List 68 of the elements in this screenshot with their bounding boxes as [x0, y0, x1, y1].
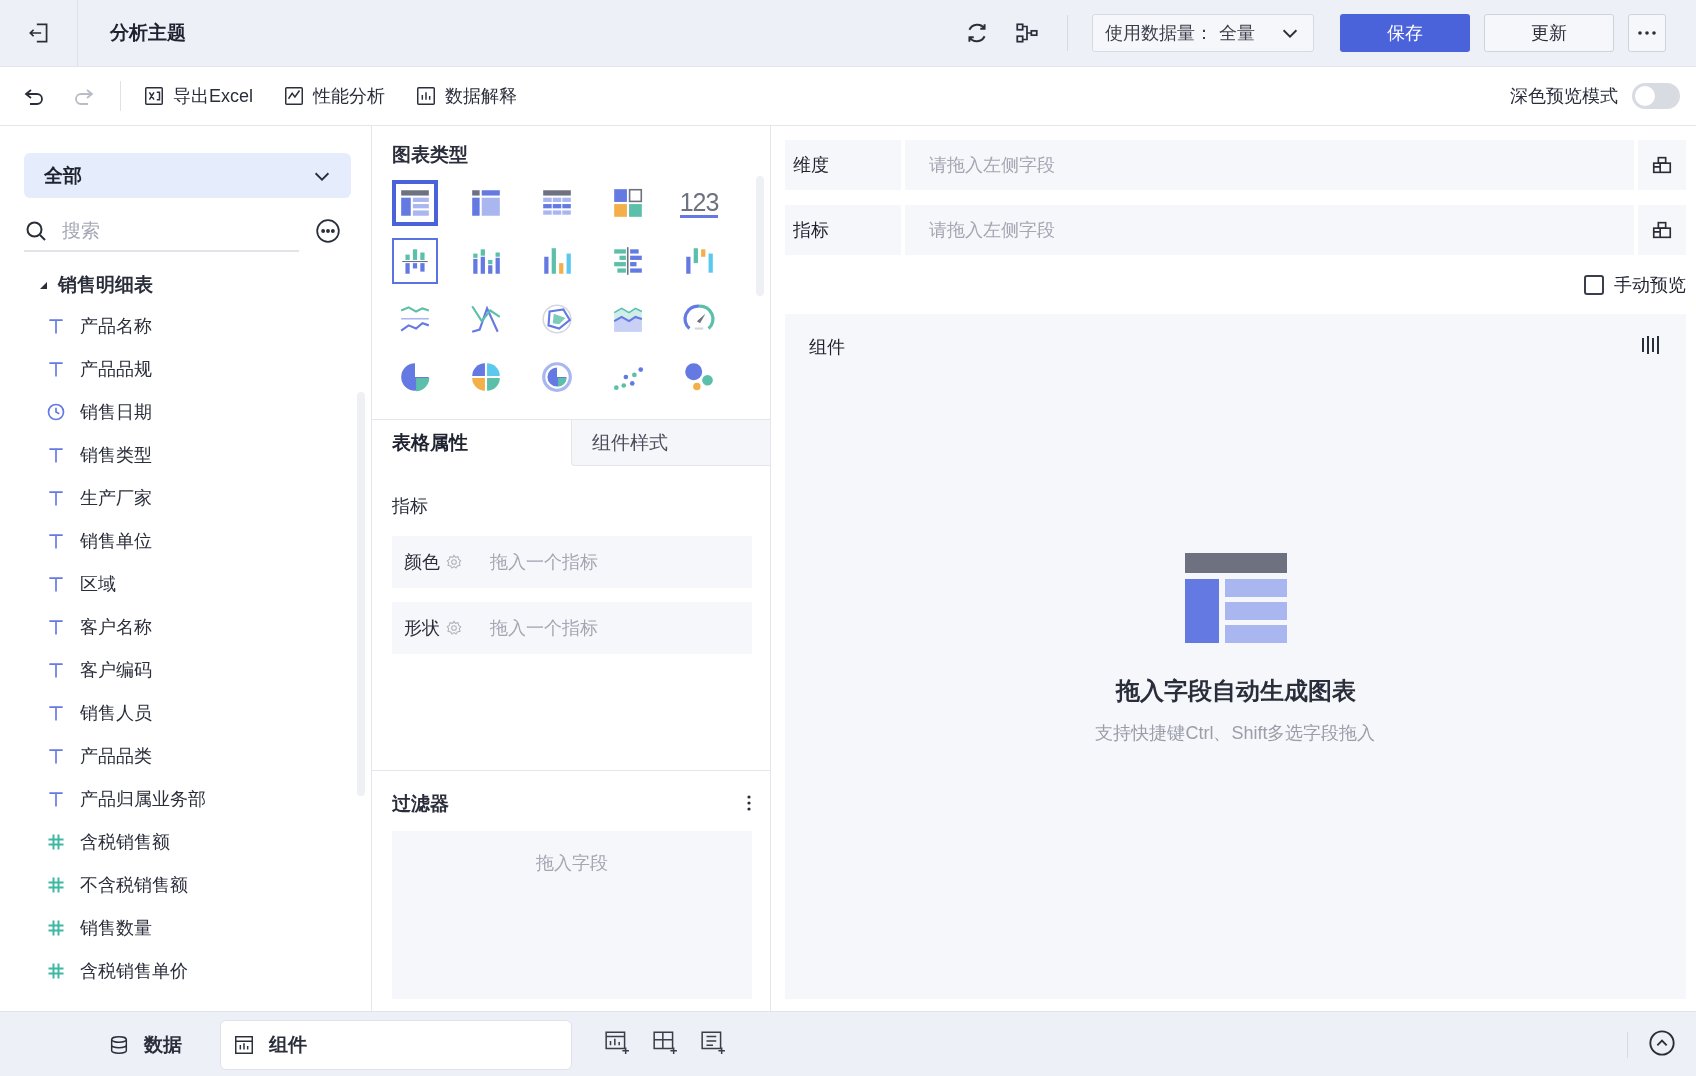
drop-slot[interactable]: 形状 拖入一个指标	[392, 602, 752, 654]
drop-slot[interactable]: 颜色 拖入一个指标	[392, 536, 752, 588]
expand-triangle-icon	[38, 280, 48, 290]
field-item[interactable]: 含税销售额	[24, 820, 351, 863]
clock-icon	[46, 401, 66, 422]
color-blocks-icon	[611, 186, 645, 220]
field-item[interactable]: 销售单位	[24, 519, 351, 562]
search-field[interactable]: 搜索	[60, 219, 284, 243]
property-tab[interactable]: 组件样式	[570, 420, 770, 466]
checkbox-label: 手动预览	[1614, 274, 1686, 297]
bottom-tab[interactable]: 数据	[70, 1020, 220, 1070]
field-item[interactable]: 销售人员	[24, 691, 351, 734]
shelf-settings-button[interactable]	[1638, 140, 1686, 190]
field-item[interactable]: 客户名称	[24, 605, 351, 648]
trend-chart-icon	[283, 85, 305, 107]
ring-chart-icon	[540, 360, 574, 394]
more-icon	[1637, 30, 1657, 36]
field-item[interactable]: 产品名称	[24, 304, 351, 347]
pie-chart-icon	[398, 360, 432, 394]
field-item[interactable]: 产品品类	[24, 734, 351, 777]
field-item[interactable]: 区域	[24, 562, 351, 605]
page-title: 分析主题	[110, 21, 187, 45]
excel-file-icon	[143, 85, 165, 107]
field-item[interactable]: 产品归属业务部	[24, 777, 351, 820]
data-volume-dropdown[interactable]: 使用数据量： 全量	[1092, 14, 1314, 52]
toolbar-button[interactable]: 数据解释	[415, 84, 517, 108]
chart-type-option[interactable]	[392, 238, 438, 284]
field-item[interactable]: 不含税销售额	[24, 863, 351, 906]
save-button[interactable]: 保存	[1340, 14, 1470, 52]
field-item[interactable]: 生产厂家	[24, 476, 351, 519]
dark-preview-toggle[interactable]	[1632, 83, 1680, 109]
hierarchy-icon	[1651, 154, 1673, 176]
field-item[interactable]: 销售数量	[24, 906, 351, 949]
section-title: 图表类型	[392, 143, 469, 167]
manual-preview-checkbox[interactable]	[1584, 275, 1604, 295]
gear-icon	[446, 620, 462, 636]
scope-dropdown[interactable]: 全部	[24, 153, 351, 198]
search-icon	[24, 219, 48, 243]
bar-chart-icon	[415, 85, 437, 107]
hierarchy-icon	[1651, 219, 1673, 241]
horizontal-bar-chart-icon	[611, 244, 645, 278]
update-button[interactable]: 更新	[1484, 14, 1614, 52]
multi-pie-chart-icon	[469, 360, 503, 394]
empty-state-hint: 支持快捷键Ctrl、Shift多选字段拖入	[1095, 722, 1376, 745]
empty-state-title: 拖入字段自动生成图表	[1115, 676, 1356, 706]
toolbar-button[interactable]: 性能分析	[283, 84, 385, 108]
field-item[interactable]: 销售类型	[24, 433, 351, 476]
dark-preview-label: 深色预览模式	[1510, 85, 1618, 108]
field-item[interactable]: 客户编码	[24, 648, 351, 691]
toolbar-button[interactable]: 导出Excel	[143, 84, 253, 108]
field-item[interactable]: 产品品规	[24, 347, 351, 390]
section-title: 过滤器	[392, 792, 449, 816]
chart-type-option[interactable]: 123	[676, 180, 722, 226]
field-item[interactable]: 含税销售单价	[24, 949, 351, 992]
shelf-settings-button[interactable]	[1638, 205, 1686, 255]
bottom-tab[interactable]: 组件	[220, 1020, 572, 1070]
chart-panel-icon	[233, 1034, 255, 1056]
table-node[interactable]: 销售明细表	[24, 266, 351, 304]
chart-type-option[interactable]	[392, 180, 438, 226]
shelf-label: 指标	[785, 205, 901, 255]
panel-title: 组件	[809, 335, 845, 359]
database-icon	[108, 1034, 130, 1056]
radar-chart-icon	[540, 302, 574, 336]
gear-icon	[446, 554, 462, 570]
section-label: 指标	[392, 495, 429, 518]
shelf-label: 维度	[785, 140, 901, 190]
more-button[interactable]	[1628, 14, 1666, 52]
field-item[interactable]: 销售日期	[24, 390, 351, 433]
